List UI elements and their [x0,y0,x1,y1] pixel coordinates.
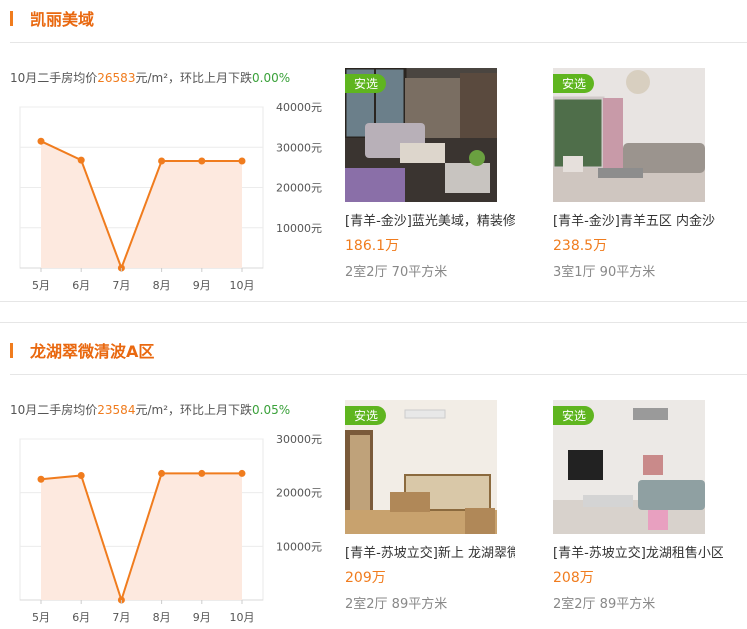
y-tick-label: 20000元 [276,182,322,195]
listing-photo[interactable]: 安选 [345,400,497,534]
listing-spec: 2室2厅 70平方米 [345,265,448,280]
data-point [37,475,45,483]
x-tick-label: 9月 [193,611,211,624]
listing-photo[interactable]: 安选 [553,68,705,202]
average-price: 23584 [97,403,136,417]
price-trend-chart: 40000元 30000元 20000元 10000元 5月 6月 7月 8月 9月 10月 [19,101,322,292]
data-point [198,469,206,477]
data-point [77,156,85,164]
listing-title[interactable]: [青羊-苏坡立交]龙湖租售小区 [553,542,723,561]
section-rule [10,374,747,375]
average-price: 26583 [97,71,136,85]
community-section-2: 龙湖翠微清波A区 10月二手房均价23584元/m²，环比上月下跌0.05% 3… [0,332,747,629]
x-tick-label: 10月 [230,611,255,624]
section-header: 龙湖翠微清波A区 [0,332,747,370]
listing-card[interactable]: 安选 [青羊-金沙]青羊五区 内金沙 238.5万 3室1厅 90平方米 [553,68,715,280]
data-point [238,157,246,165]
community-section-1: 凯丽美域 10月二手房均价26583元/m²，环比上月下跌0.00% 40000… [0,0,747,300]
x-tick-label: 10月 [230,279,255,292]
y-tick-label: 30000元 [276,433,322,446]
data-point [37,137,45,145]
x-tick-label: 5月 [32,611,50,624]
data-point [238,469,246,477]
verified-badge: 安选 [553,406,595,425]
community-title[interactable]: 凯丽美域 [30,6,94,30]
listing-photo[interactable]: 安选 [345,68,497,202]
section-rule [10,42,747,43]
summary-unit: 元/m²，环比上月下跌 [135,403,253,417]
listing-card[interactable]: 安选 [青羊-苏坡立交]新上 龙湖翠微 209万 2室2厅 89平方米 [345,400,515,612]
x-tick-label: 9月 [193,279,211,292]
community-title[interactable]: 龙湖翠微清波A区 [30,338,154,362]
listing-spec: 2室2厅 89平方米 [553,597,656,612]
listing-price: 209万 [345,570,386,586]
data-point [198,157,206,165]
price-change: 0.05% [252,403,291,417]
x-tick-label: 7月 [112,611,130,624]
section-header: 凯丽美域 [0,0,747,38]
section-divider [0,322,747,323]
price-change: 0.00% [252,71,291,85]
x-tick-label: 6月 [72,279,90,292]
listing-price: 238.5万 [553,238,608,254]
listing-price: 186.1万 [345,238,400,254]
x-tick-label: 6月 [72,611,90,624]
section-divider [0,301,747,302]
y-tick-label: 30000元 [276,141,322,154]
summary-prefix: 10月二手房均价 [10,71,98,85]
listing-photo[interactable]: 安选 [553,400,705,534]
summary-prefix: 10月二手房均价 [10,403,98,417]
data-point [158,469,166,477]
y-tick-label: 10000元 [276,222,322,235]
x-tick-label: 8月 [153,611,171,624]
section-accent-bar [10,343,13,358]
verified-badge: 安选 [553,74,595,93]
listing-card[interactable]: 安选 [青羊-金沙]蓝光美域，精装修， 186.1万 2室2厅 70平方米 [345,68,515,280]
y-tick-label: 20000元 [276,487,322,500]
price-summary: 10月二手房均价26583元/m²，环比上月下跌0.00% [10,69,290,86]
listing-title[interactable]: [青羊-金沙]青羊五区 内金沙 [553,210,723,229]
listing-spec: 2室2厅 89平方米 [345,597,448,612]
y-tick-label: 10000元 [276,540,322,553]
data-point [158,157,166,165]
listing-price: 208万 [553,570,594,586]
price-summary: 10月二手房均价23584元/m²，环比上月下跌0.05% [10,401,290,418]
listing-title[interactable]: [青羊-金沙]蓝光美域，精装修， [345,210,515,229]
summary-unit: 元/m²，环比上月下跌 [135,71,253,85]
x-tick-label: 7月 [112,279,130,292]
listing-spec: 3室1厅 90平方米 [553,265,656,280]
verified-badge: 安选 [345,74,387,93]
x-tick-label: 5月 [32,279,50,292]
listing-card[interactable]: 安选 [青羊-苏坡立交]龙湖租售小区 208万 2室2厅 89平方米 [553,400,723,612]
verified-badge: 安选 [345,406,387,425]
price-trend-chart: 30000元 20000元 10000元 5月 6月 7月 8月 9月 10月 [19,433,322,624]
y-tick-label: 40000元 [276,101,322,114]
section-accent-bar [10,11,13,26]
listing-title[interactable]: [青羊-苏坡立交]新上 龙湖翠微 [345,542,515,561]
data-point [77,471,85,479]
x-tick-label: 8月 [153,279,171,292]
